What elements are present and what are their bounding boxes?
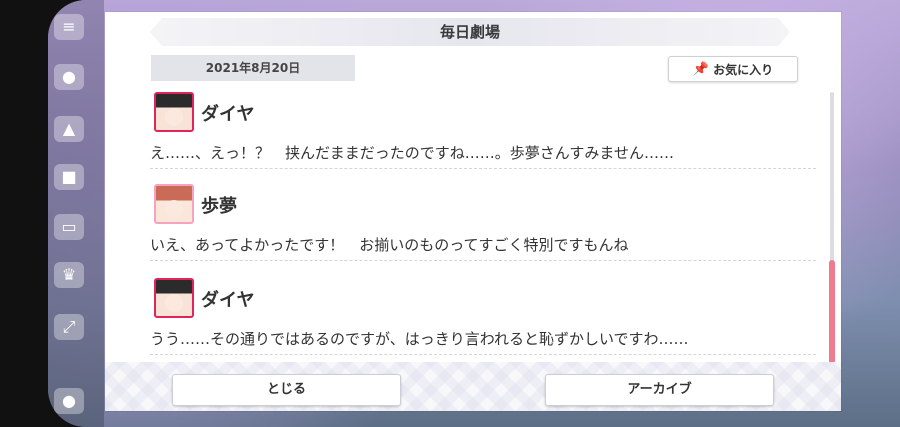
close-button[interactable]: とじる bbox=[172, 374, 401, 406]
divider bbox=[150, 260, 816, 261]
avatar-dia bbox=[154, 278, 194, 318]
favorite-label: お気に入り bbox=[713, 62, 774, 77]
message-text: え……、えっ！？ 挟んだままだったのですね……。歩夢さんすみません…… bbox=[150, 144, 674, 162]
speaker-name: 歩夢 bbox=[201, 196, 237, 217]
divider bbox=[150, 168, 816, 169]
monitor-icon[interactable]: ▭ bbox=[54, 214, 84, 240]
chat-icon[interactable]: ● bbox=[54, 64, 84, 90]
expand-icon[interactable]: ⤢ bbox=[54, 314, 84, 340]
shop-icon[interactable]: ▲ bbox=[54, 116, 84, 142]
menu-icon[interactable]: ≡ bbox=[54, 14, 84, 40]
favorite-button[interactable]: 📌 お気に入り bbox=[668, 56, 798, 82]
speaker-name: ダイヤ bbox=[201, 104, 255, 125]
archive-button[interactable]: アーカイブ bbox=[545, 374, 774, 406]
message-text: うう……その通りではあるのですが、はっきり言われると恥ずかしいですわ…… bbox=[150, 330, 689, 348]
pin-icon: 📌 bbox=[692, 61, 710, 77]
dialog-title: 毎日劇場 bbox=[150, 18, 790, 46]
avatar-dia bbox=[154, 92, 194, 132]
divider bbox=[150, 354, 816, 355]
message-text: いえ、あってよかったです！ お揃いのものってすごく特別ですもんね bbox=[150, 236, 629, 254]
speaker-name: ダイヤ bbox=[201, 290, 255, 311]
scrollbar-thumb[interactable] bbox=[829, 260, 835, 366]
daily-theater-dialog: 毎日劇場 2021年8月20日 📌 お気に入り ダイヤ え……、えっ！？ 挟んだ… bbox=[105, 12, 841, 411]
trophy-icon[interactable]: ♛ bbox=[54, 262, 84, 288]
gift-icon[interactable]: ■ bbox=[54, 164, 84, 190]
avatar-ayumu bbox=[154, 184, 194, 224]
profile-icon[interactable]: ● bbox=[54, 388, 84, 414]
date-label: 2021年8月20日 bbox=[151, 55, 355, 81]
